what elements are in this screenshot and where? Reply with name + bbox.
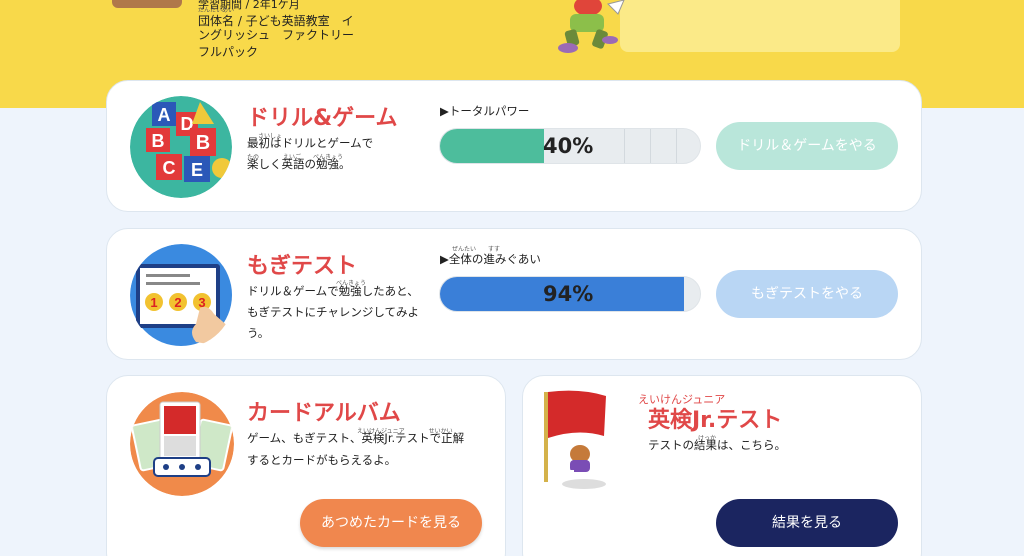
album-desc-1: ゲーム、もぎテスト、英検Jr.テストで正解 bbox=[247, 431, 465, 445]
svg-text:E: E bbox=[191, 160, 203, 180]
mogi-desc-3: う。 bbox=[247, 326, 270, 340]
org-name-line2: ングリッシュ ファクトリー bbox=[198, 28, 355, 42]
mogi-desc-1: ドリル＆ゲームで勉強したあと、 bbox=[247, 284, 419, 298]
character-icon bbox=[558, 0, 625, 53]
drill-title: ドリル&ゲーム bbox=[247, 106, 398, 131]
cards-icon bbox=[130, 392, 234, 496]
abc-blocks-icon: A D B B C E bbox=[130, 96, 232, 198]
album-desc-2: するとカードがもらえるよ。 bbox=[247, 453, 397, 467]
drill-desc-2: 楽しく英語の勉強。 bbox=[247, 157, 351, 171]
view-cards-ruby: み bbox=[439, 493, 446, 500]
svg-text:B: B bbox=[152, 131, 165, 151]
mogi-desc-2: もぎテストにチャレンジしてみよ bbox=[247, 305, 420, 319]
flag-dog-icon bbox=[544, 390, 606, 489]
view-results-button[interactable]: 結果を見る bbox=[716, 499, 898, 547]
album-title: カードアルバム bbox=[247, 401, 401, 426]
mogi-test-button[interactable]: もぎテストをやる bbox=[716, 270, 898, 318]
svg-text:A: A bbox=[158, 105, 171, 125]
drill-game-button[interactable]: ドリル＆ゲームをやる bbox=[716, 122, 898, 170]
total-power-value: 40% bbox=[543, 134, 594, 158]
total-power-label: ▶トータルパワー bbox=[440, 104, 530, 118]
eiken-title: 英検Jr.テスト bbox=[648, 408, 783, 433]
plan-name: フルパック bbox=[198, 45, 259, 59]
test-screen-icon: 1 2 3 bbox=[130, 244, 232, 346]
eiken-desc-1: テストの結果は、こちら。 bbox=[648, 438, 786, 452]
view-cards-button[interactable]: あつめたカードを見る bbox=[300, 499, 482, 547]
mogi-title: もぎテスト bbox=[247, 254, 358, 279]
svg-text:2: 2 bbox=[174, 295, 181, 310]
view-cards-label: あつめたカードを見る bbox=[321, 515, 461, 531]
svg-text:C: C bbox=[163, 158, 176, 178]
total-power-fill bbox=[440, 129, 544, 163]
overall-progress-value: 94% bbox=[543, 282, 594, 306]
svg-text:1: 1 bbox=[150, 295, 157, 310]
svg-text:B: B bbox=[196, 132, 210, 154]
overall-progress-label: ▶全体の進みぐあい bbox=[440, 252, 541, 266]
avatar bbox=[112, 0, 182, 8]
header-panel bbox=[620, 0, 900, 52]
